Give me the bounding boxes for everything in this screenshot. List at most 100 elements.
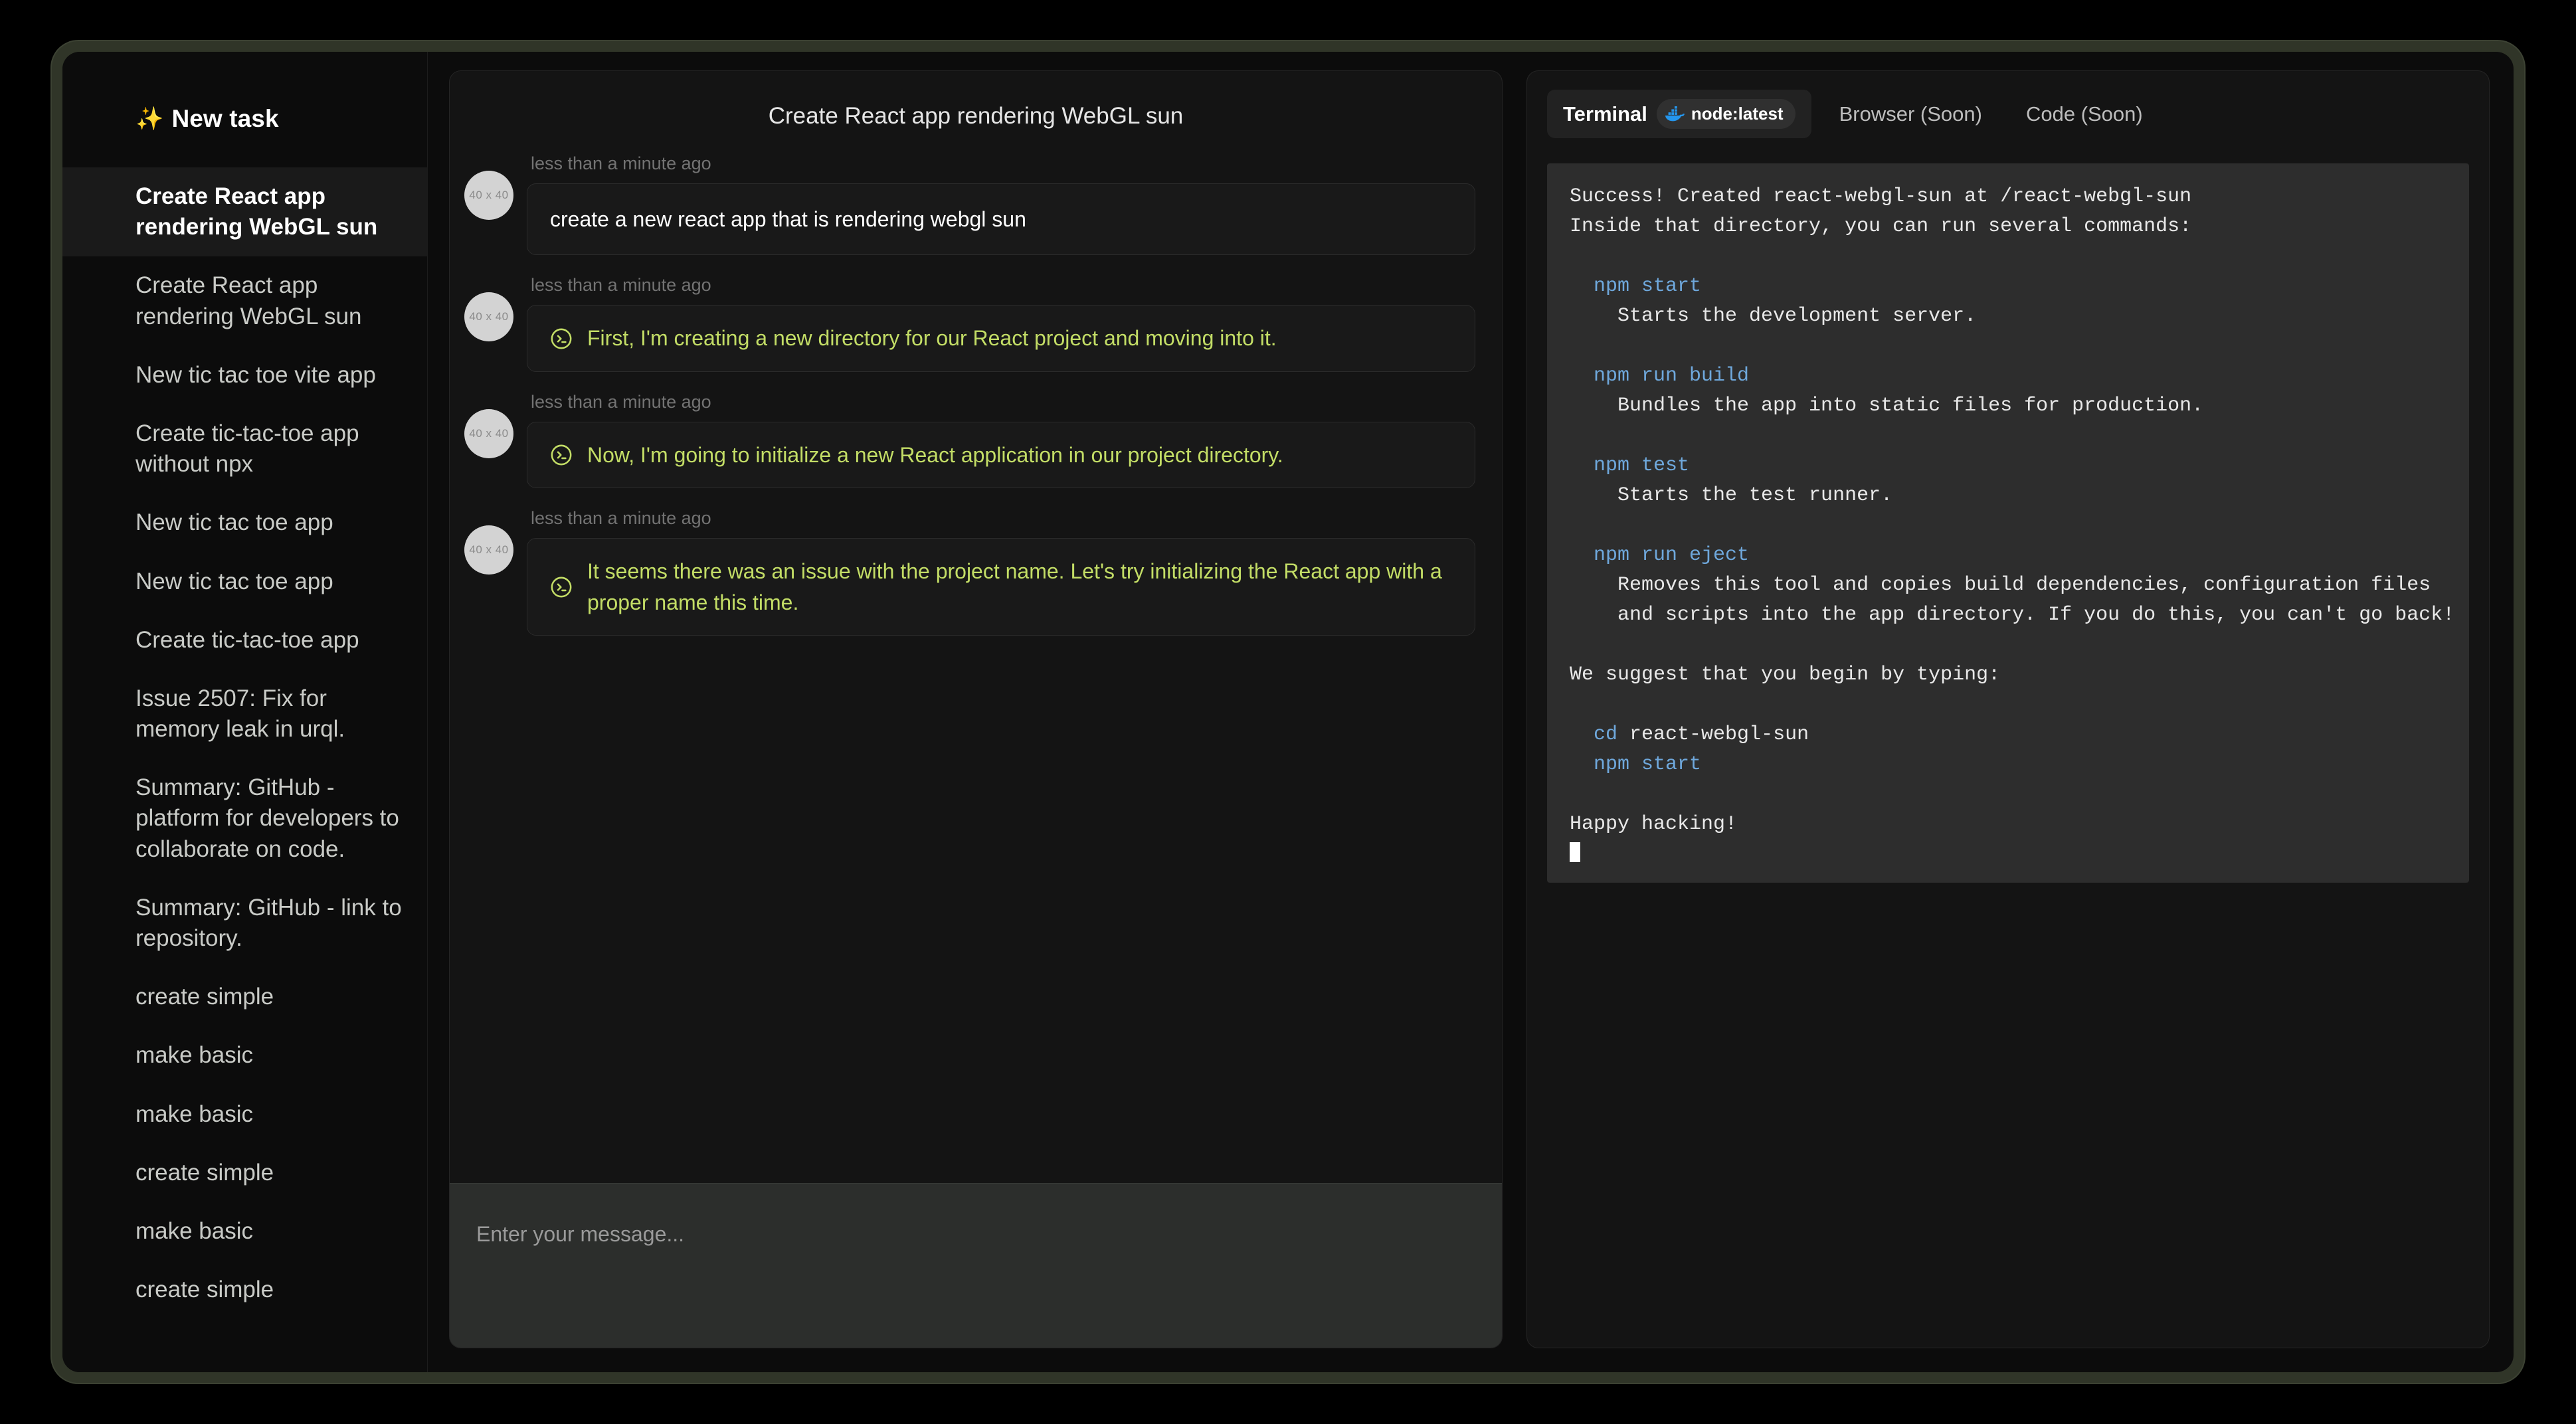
task-list: Create React app rendering WebGL sun Crea… [62,167,427,1319]
terminal-text: Success! Created react-webgl-sun at /rea… [1570,185,2192,208]
message-text: Now, I'm going to initialize a new React… [587,442,1283,467]
sidebar-item-label: Create React app rendering WebGL sun [136,272,362,329]
sidebar-item-task[interactable]: Create React app rendering WebGL sun [62,256,427,345]
new-task-button[interactable]: ✨ New task [136,105,279,133]
sidebar-item-task[interactable]: make basic [62,1026,427,1085]
sidebar-item-label: New tic tac toe app [136,568,333,594]
terminal-text: react-webgl-sun [1617,723,1809,746]
sidebar-item-task[interactable]: create simple [62,1261,427,1319]
message-timestamp: less than a minute ago [531,391,711,412]
sidebar-item-task[interactable]: Issue 2507: Fix for memory leak in urql. [62,669,427,758]
message-timestamp: less than a minute ago [531,508,711,529]
app-window: ✨ New task Create React app rendering We… [62,52,2514,1372]
sidebar-item-label: New tic tac toe app [136,509,333,536]
tab-browser[interactable]: Browser (Soon) [1823,93,1998,135]
sidebar-item-task[interactable]: create simple [62,968,427,1026]
message-text: First, I'm creating a new directory for … [587,326,1277,351]
terminal-text: Starts the test runner. [1570,484,1893,507]
terminal-text: Bundles the app into static files for pr… [1570,395,2204,417]
terminal-command: cd [1594,723,1618,746]
message-list: 40 x 40 less than a minute ago create a ne… [450,136,1502,1183]
agent-message-bubble: It seems there was an issue with the pro… [527,538,1475,636]
sidebar-item-task[interactable]: make basic [62,1202,427,1261]
sidebar-item-label: create simple [136,1159,274,1186]
terminal-text: Inside that directory, you can run sever… [1570,215,2192,238]
tab-label: Browser (Soon) [1839,102,1982,126]
sidebar-item-label: Summary: GitHub - link to repository. [136,894,402,951]
message-body: less than a minute ago Now, I'm going to … [527,391,1475,489]
tool-tabs: Terminal node:latest Browser (Soon) Code (S… [1527,71,2489,154]
terminal-command: npm run eject [1594,544,1750,567]
tool-column: Terminal node:latest Browser (Soon) Code (S… [1524,52,2514,1372]
terminal-command: npm start [1594,753,1702,776]
agent-message-bubble: First, I'm creating a new directory for … [527,305,1475,372]
tab-terminal[interactable]: Terminal node:latest [1547,90,1811,138]
container-image-badge: node:latest [1656,99,1795,129]
tool-panel: Terminal node:latest Browser (Soon) Code (S… [1526,70,2490,1348]
chat-panel: Create React app rendering WebGL sun 40 … [449,70,1503,1348]
user-message-bubble: create a new react app that is rendering… [527,183,1475,256]
terminal-text: and scripts into the app directory. If y… [1570,604,2455,626]
tab-code[interactable]: Code (Soon) [2010,93,2159,135]
sidebar-item-task[interactable]: Create tic-tac-toe app [62,611,427,669]
message-body: less than a minute ago create a new react… [527,153,1475,256]
message-row: 40 x 40 less than a minute ago Now, I'm go… [464,391,1475,489]
new-task-label: New task [171,105,279,132]
sidebar-item-label: create simple [136,1277,274,1303]
tab-label: Terminal [1563,102,1647,126]
task-sidebar: ✨ New task Create React app rendering We… [62,52,428,1372]
message-row: 40 x 40 less than a minute ago It seems th… [464,508,1475,636]
terminal-command: npm run build [1594,365,1750,387]
sidebar-item-label: Create tic-tac-toe app [136,626,359,653]
terminal-prompt-icon [550,576,573,598]
sidebar-item-task[interactable]: Create React app rendering WebGL sun [62,167,427,257]
terminal-text: Removes this tool and copies build depen… [1570,574,2431,596]
message-body: less than a minute ago First, I'm creatin… [527,275,1475,372]
avatar: 40 x 40 [464,408,513,458]
sidebar-item-task[interactable]: Summary: GitHub - platform for developer… [62,758,427,879]
sidebar-item-label: make basic [136,1217,254,1244]
message-text: It seems there was an issue with the pro… [587,559,1442,614]
terminal-prompt-icon [550,327,573,350]
sidebar-item-task[interactable]: New tic tac toe vite app [62,346,427,404]
sidebar-item-label: Create tic-tac-toe app without npx [136,420,359,478]
tab-label: Code (Soon) [2025,102,2143,126]
message-row: 40 x 40 less than a minute ago First, I'm … [464,275,1475,372]
terminal-command: npm test [1594,454,1690,477]
terminal-output[interactable]: Success! Created react-webgl-sun at /rea… [1547,163,2469,883]
avatar: 40 x 40 [464,525,513,575]
container-image-label: node:latest [1691,104,1784,124]
device-frame: ✨ New task Create React app rendering We… [52,41,2524,1383]
avatar: 40 x 40 [464,292,513,342]
terminal-text: Starts the development server. [1570,305,1977,327]
sparkles-icon: ✨ [136,106,164,132]
message-row: 40 x 40 less than a minute ago create a ne… [464,153,1475,256]
sidebar-item-task[interactable]: New tic tac toe app [62,553,427,611]
chat-column: Create React app rendering WebGL sun 40 … [428,52,1524,1372]
terminal-cursor [1570,842,1580,862]
sidebar-item-task[interactable]: create simple [62,1144,427,1202]
sidebar-item-task[interactable]: Create tic-tac-toe app without npx [62,404,427,493]
message-input[interactable]: Enter your message... [450,1183,1502,1348]
sidebar-item-task[interactable]: New tic tac toe app [62,493,427,552]
sidebar-item-label: create simple [136,984,274,1010]
message-timestamp: less than a minute ago [531,153,711,173]
message-body: less than a minute ago It seems there was… [527,508,1475,636]
terminal-prompt-icon [550,444,573,466]
terminal-text: Happy hacking! [1570,813,1738,836]
sidebar-item-label: New tic tac toe vite app [136,361,376,388]
avatar: 40 x 40 [464,171,513,220]
sidebar-item-task[interactable]: make basic [62,1085,427,1144]
sidebar-item-label: Summary: GitHub - platform for developer… [136,774,399,862]
sidebar-item-label: make basic [136,1042,254,1069]
sidebar-item-label: make basic [136,1101,254,1127]
page-title: Create React app rendering WebGL sun [768,103,1184,129]
sidebar-item-task[interactable]: Summary: GitHub - link to repository. [62,879,427,968]
terminal-text: We suggest that you begin by typing: [1570,664,2001,686]
